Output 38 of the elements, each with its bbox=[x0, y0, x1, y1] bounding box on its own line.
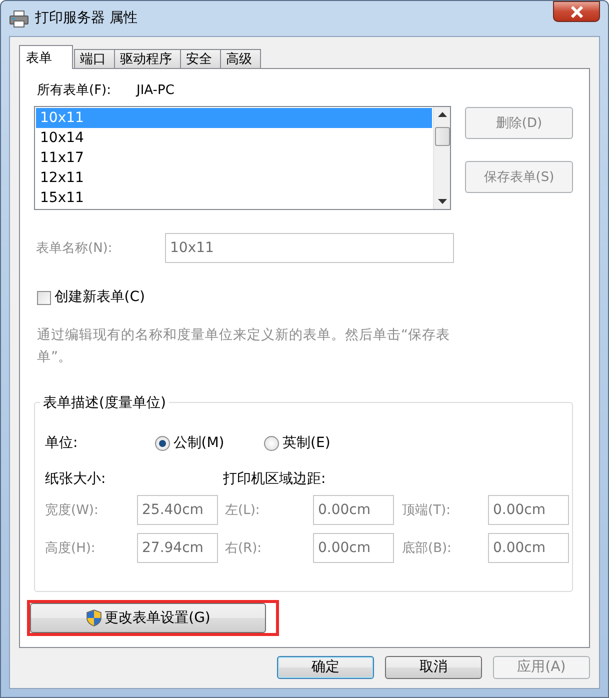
checkbox-label: 创建新表单(C) bbox=[54, 288, 145, 308]
field-label: 底部(B): bbox=[402, 540, 452, 558]
radio-label: 英制(E) bbox=[282, 434, 330, 453]
tab[interactable]: 端口 bbox=[74, 49, 115, 69]
scroll-thumb[interactable] bbox=[435, 127, 450, 146]
window-title: 打印服务器 属性 bbox=[35, 9, 138, 28]
scroll-up-icon[interactable] bbox=[438, 112, 447, 118]
form-list[interactable]: 10x11 10x14 11x17 12x11 15x11 bbox=[34, 106, 451, 210]
field-label: 左(L): bbox=[225, 502, 261, 520]
field-label: 右(R): bbox=[225, 540, 263, 558]
radio-label: 公制(M) bbox=[173, 434, 224, 453]
margins-label: 打印机区域边距: bbox=[223, 470, 326, 490]
dialog-button[interactable]: 取消 bbox=[385, 656, 482, 679]
tab[interactable]: 高级 bbox=[220, 49, 261, 69]
shield-icon bbox=[86, 609, 102, 628]
printer-icon bbox=[9, 8, 29, 28]
unit-label: 单位: bbox=[45, 434, 79, 453]
close-button[interactable] bbox=[553, 1, 600, 22]
hint-text: 通过编辑现有的名称和度量单位来定义新的表单。然后单击“保存表单”。 bbox=[36, 326, 451, 368]
paper-size-label: 纸张大小: bbox=[45, 470, 107, 490]
tab[interactable]: 驱动程序 bbox=[114, 49, 181, 69]
server-name: JIA-PC bbox=[136, 82, 174, 100]
field-label: 顶端(T): bbox=[402, 502, 452, 520]
list-item[interactable]: 11x17 bbox=[36, 148, 432, 168]
list-item[interactable]: 15x11 bbox=[36, 188, 432, 208]
change-settings-button[interactable]: 更改表单设置(G) bbox=[30, 603, 266, 634]
scroll-down-icon[interactable] bbox=[438, 199, 447, 204]
forms-label: 所有表单(F): bbox=[37, 82, 112, 100]
checkbox[interactable] bbox=[37, 290, 51, 305]
field-label: 高度(H): bbox=[45, 540, 96, 558]
dialog-button[interactable]: 确定 bbox=[277, 656, 374, 679]
tab[interactable]: 表单 bbox=[19, 45, 73, 69]
field-label: 宽度(W): bbox=[45, 502, 100, 520]
tab[interactable]: 安全 bbox=[180, 49, 221, 69]
list-item[interactable]: 12x11 bbox=[36, 168, 432, 188]
close-icon bbox=[570, 6, 584, 18]
form-name-label: 表单名称(N): bbox=[35, 240, 114, 258]
list-item[interactable]: 10x14 bbox=[36, 128, 432, 148]
